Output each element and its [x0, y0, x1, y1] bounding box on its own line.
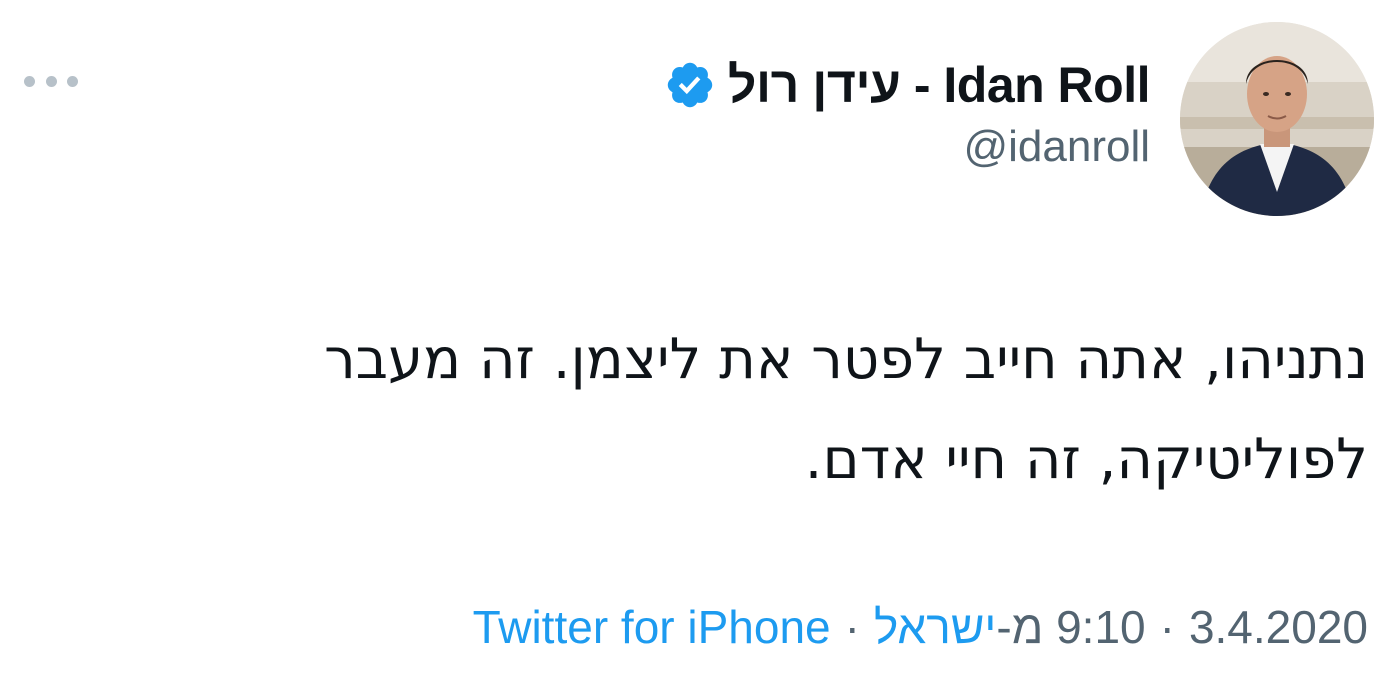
author-name-row[interactable]: עידן רול - Idan Roll	[664, 52, 1151, 118]
more-dot	[67, 75, 78, 87]
tweet-time[interactable]: 9:10 מ-	[996, 600, 1145, 654]
tweet-text-line: לפוליטיקה, זה חיי אדם.	[804, 427, 1368, 492]
author-handle[interactable]: @idanroll	[664, 122, 1150, 172]
tweet-text-line: נתניהו, אתה חייב לפטר את ליצמן. זה מעבר	[324, 327, 1368, 392]
tweet-text: נתניהו, אתה חייב לפטר את ליצמן. זה מעבר …	[48, 310, 1368, 510]
tweet-meta: Twitter for iPhone · ישראל 9:10 מ- · 3.4…	[473, 600, 1368, 654]
more-options-button[interactable]	[20, 68, 82, 94]
tweet-card: עידן רול - Idan Roll @idanroll נתניהו, א…	[0, 0, 1400, 698]
tweet-header: עידן רול - Idan Roll @idanroll	[664, 52, 1151, 172]
tweet-location-link[interactable]: ישראל	[874, 600, 996, 654]
tweet-source-link[interactable]: Twitter for iPhone	[473, 600, 831, 654]
more-dot	[45, 75, 57, 87]
tweet-date[interactable]: 3.4.2020	[1189, 600, 1368, 654]
more-dot	[24, 75, 35, 87]
meta-separator: ·	[844, 601, 860, 653]
author-avatar[interactable]	[1180, 22, 1374, 216]
verified-badge-icon	[664, 59, 716, 111]
meta-separator: ·	[1159, 601, 1175, 653]
author-display-name: עידן רול - Idan Roll	[727, 57, 1151, 113]
